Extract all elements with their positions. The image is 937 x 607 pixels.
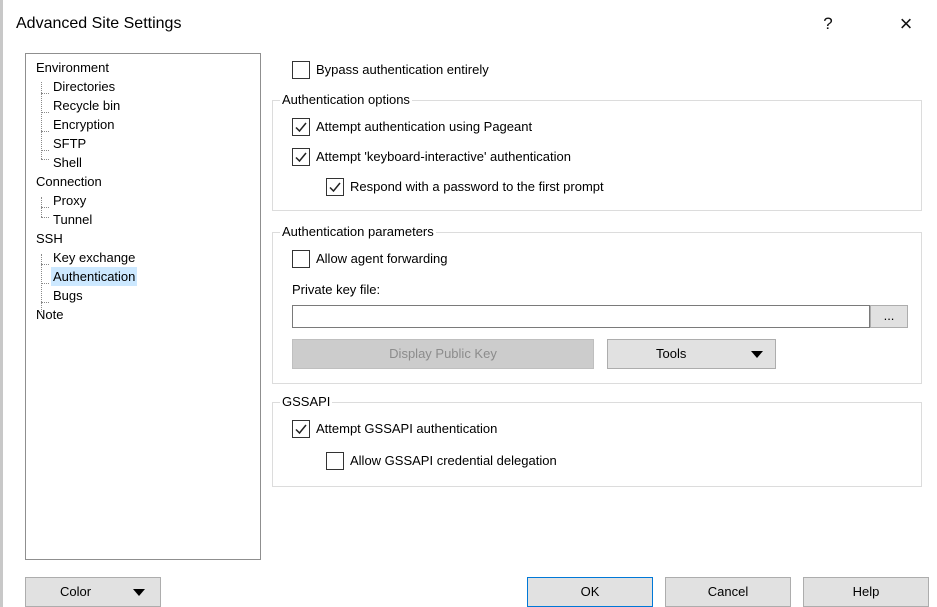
tree-item-tunnel[interactable]: Tunnel — [51, 210, 94, 229]
gssapi-attempt-label: Attempt GSSAPI authentication — [316, 421, 498, 436]
tree-item-shell[interactable]: Shell — [51, 153, 84, 172]
tree-connector — [41, 207, 49, 208]
tree-item-proxy[interactable]: Proxy — [51, 191, 88, 210]
tree-item-ssh[interactable]: SSH — [34, 229, 65, 248]
tree-connector — [41, 150, 49, 151]
tools-button[interactable]: Tools — [607, 339, 776, 369]
bypass-checkbox[interactable] — [292, 61, 310, 79]
check-icon — [329, 182, 341, 193]
cancel-button[interactable]: Cancel — [665, 577, 791, 607]
respond-password-label: Respond with a password to the first pro… — [350, 179, 604, 194]
auth-params-title: Authentication parameters — [280, 224, 436, 239]
check-icon — [295, 122, 307, 133]
tree-item-connection[interactable]: Connection — [34, 172, 104, 191]
private-key-label: Private key file: — [292, 282, 381, 297]
pageant-label: Attempt authentication using Pageant — [316, 119, 533, 134]
color-label: Color — [60, 584, 92, 599]
tree-connector — [41, 264, 49, 265]
tree-item-encryption[interactable]: Encryption — [51, 115, 116, 134]
tree-connector — [41, 131, 49, 132]
chevron-down-icon — [751, 351, 763, 358]
display-public-key-button[interactable]: Display Public Key — [292, 339, 594, 369]
tree-connector — [41, 283, 49, 284]
gssapi-group — [272, 402, 922, 487]
tree-item-authentication[interactable]: Authentication — [51, 267, 138, 286]
tree-connector — [41, 112, 49, 113]
auth-options-title: Authentication options — [280, 92, 412, 107]
check-icon — [295, 424, 307, 435]
tree-item-environment[interactable]: Environment — [34, 58, 111, 77]
gssapi-delegation-checkbox[interactable] — [326, 452, 344, 470]
color-button[interactable]: Color — [25, 577, 161, 607]
gssapi-attempt-checkbox[interactable] — [292, 420, 310, 438]
tree-item-sftp[interactable]: SFTP — [51, 134, 88, 153]
private-key-input[interactable] — [292, 305, 870, 328]
chevron-down-icon — [133, 589, 145, 596]
respond-password-checkbox[interactable] — [326, 178, 344, 196]
tree-connector — [41, 302, 49, 303]
help-button[interactable]: Help — [803, 577, 929, 607]
pageant-checkbox[interactable] — [292, 118, 310, 136]
tree-item-note[interactable]: Note — [34, 305, 65, 324]
tree-item-directories[interactable]: Directories — [51, 77, 117, 96]
help-icon[interactable]: ? — [812, 8, 844, 40]
window-left-edge — [0, 0, 3, 607]
settings-tree[interactable]: Environment Directories Recycle bin Encr… — [25, 53, 261, 560]
tree-item-key-exchange[interactable]: Key exchange — [51, 248, 137, 267]
gssapi-delegation-label: Allow GSSAPI credential delegation — [350, 453, 557, 468]
tools-label: Tools — [656, 346, 687, 361]
tree-connector — [41, 159, 49, 160]
check-icon — [295, 152, 307, 163]
bypass-label: Bypass authentication entirely — [316, 62, 489, 77]
agent-forwarding-label: Allow agent forwarding — [316, 251, 448, 266]
agent-forwarding-checkbox[interactable] — [292, 250, 310, 268]
keyboard-interactive-checkbox[interactable] — [292, 148, 310, 166]
tree-item-bugs[interactable]: Bugs — [51, 286, 85, 305]
tree-connector — [41, 93, 49, 94]
window-title: Advanced Site Settings — [16, 15, 182, 32]
ok-button[interactable]: OK — [527, 577, 653, 607]
browse-key-button[interactable]: ... — [870, 305, 908, 328]
keyboard-interactive-label: Attempt 'keyboard-interactive' authentic… — [316, 149, 571, 164]
gssapi-title: GSSAPI — [280, 394, 333, 409]
tree-connector — [41, 217, 49, 218]
tree-item-recycle-bin[interactable]: Recycle bin — [51, 96, 122, 115]
close-icon[interactable]: × — [890, 8, 922, 40]
